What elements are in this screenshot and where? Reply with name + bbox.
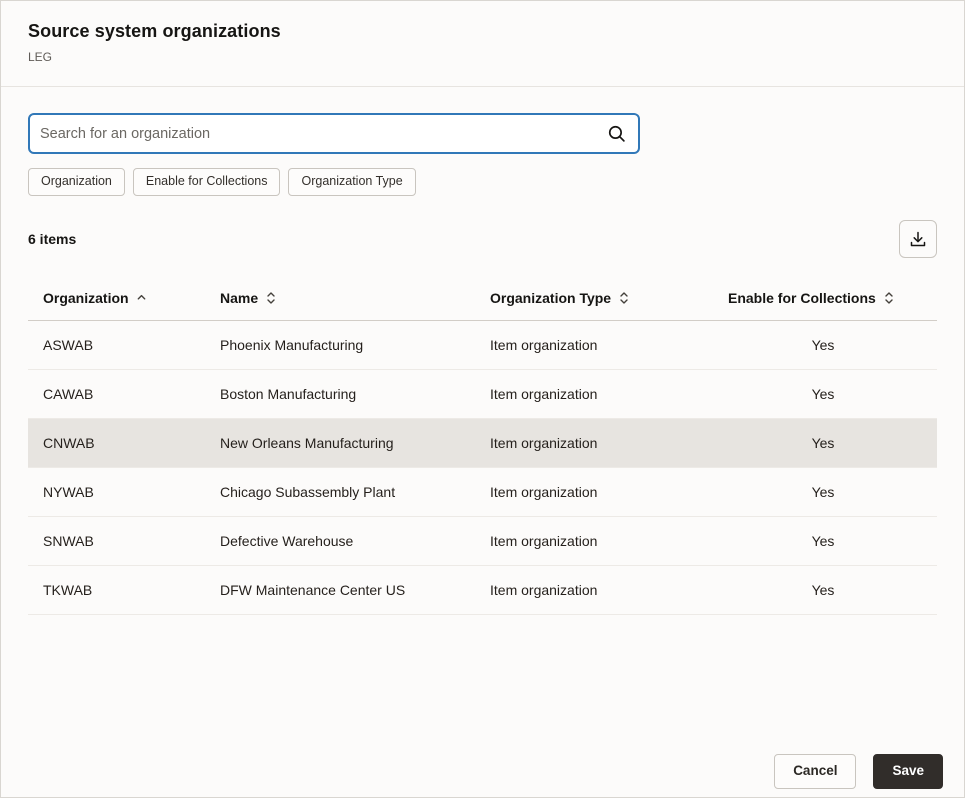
column-label: Organization [43,290,129,306]
cell-organization-type: Item organization [490,337,728,353]
cell-enable-for-collections: Yes [728,386,918,402]
cell-name: New Orleans Manufacturing [220,435,490,451]
cell-organization: SNWAB [43,533,220,549]
column-label: Enable for Collections [728,290,876,306]
search-icon[interactable] [607,124,626,143]
cell-enable-for-collections: Yes [728,337,918,353]
cell-organization: CAWAB [43,386,220,402]
cell-enable-for-collections: Yes [728,582,918,598]
cell-name: Defective Warehouse [220,533,490,549]
panel-header: Source system organizations LEG [1,1,964,64]
page-title: Source system organizations [28,21,937,42]
cell-organization-type: Item organization [490,533,728,549]
sort-both-icon [265,291,277,305]
table-row[interactable]: SNWAB Defective Warehouse Item organizat… [28,517,937,566]
header-divider [1,86,964,87]
cell-organization-type: Item organization [490,484,728,500]
cell-organization: TKWAB [43,582,220,598]
table-row[interactable]: NYWAB Chicago Subassembly Plant Item org… [28,468,937,517]
table-row[interactable]: ASWAB Phoenix Manufacturing Item organiz… [28,321,937,370]
column-header-name[interactable]: Name [220,290,490,306]
items-count: 6 items [28,231,76,247]
cell-organization-type: Item organization [490,386,728,402]
sort-asc-icon [136,292,147,303]
download-button[interactable] [899,220,937,258]
filter-chip-organization[interactable]: Organization [28,168,125,196]
cancel-button[interactable]: Cancel [774,754,856,789]
column-label: Organization Type [490,290,611,306]
items-bar: 6 items [28,220,937,258]
cell-organization: CNWAB [43,435,220,451]
column-header-organization[interactable]: Organization [43,290,220,306]
filter-chip-organization-type[interactable]: Organization Type [288,168,415,196]
filter-chip-enable-for-collections[interactable]: Enable for Collections [133,168,281,196]
column-header-organization-type[interactable]: Organization Type [490,290,728,306]
sort-both-icon [883,291,895,305]
footer-actions: Cancel Save [774,754,943,789]
save-button[interactable]: Save [873,754,943,789]
cell-name: Chicago Subassembly Plant [220,484,490,500]
cell-enable-for-collections: Yes [728,435,918,451]
table-row[interactable]: TKWAB DFW Maintenance Center US Item org… [28,566,937,615]
search-box[interactable] [28,113,640,154]
cell-organization: ASWAB [43,337,220,353]
search-input[interactable] [40,126,607,142]
table-row[interactable]: CAWAB Boston Manufacturing Item organiza… [28,370,937,419]
cell-organization: NYWAB [43,484,220,500]
cell-name: Boston Manufacturing [220,386,490,402]
table-row-selected[interactable]: CNWAB New Orleans Manufacturing Item org… [28,419,937,468]
sort-both-icon [618,291,630,305]
organizations-table: Organization Name [28,286,937,615]
cell-organization-type: Item organization [490,435,728,451]
cell-name: DFW Maintenance Center US [220,582,490,598]
column-header-enable-for-collections[interactable]: Enable for Collections [728,290,918,306]
filter-chips: Organization Enable for Collections Orga… [28,168,937,196]
table-header-row: Organization Name [28,286,937,321]
cell-enable-for-collections: Yes [728,533,918,549]
cell-organization-type: Item organization [490,582,728,598]
download-icon [909,230,927,248]
cell-name: Phoenix Manufacturing [220,337,490,353]
cell-enable-for-collections: Yes [728,484,918,500]
source-system-organizations-panel: Source system organizations LEG Organiza… [0,0,965,798]
page-subtitle: LEG [28,50,937,64]
column-label: Name [220,290,258,306]
